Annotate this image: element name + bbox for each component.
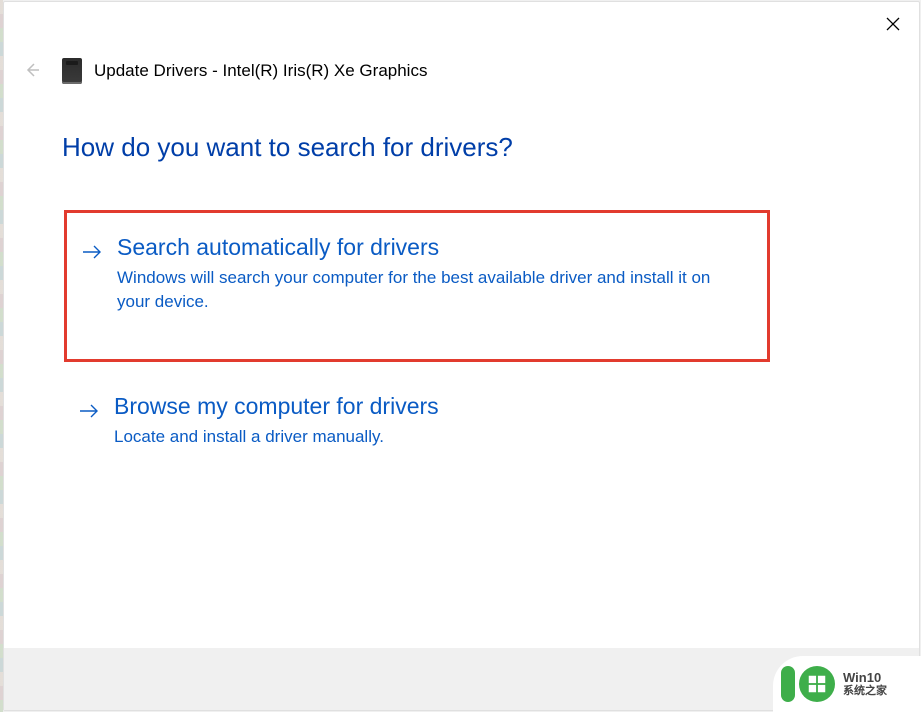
watermark-logo-icon xyxy=(799,666,835,702)
option-browse-computer[interactable]: Browse my computer for drivers Locate an… xyxy=(64,380,770,490)
watermark-bar-icon xyxy=(781,666,795,702)
watermark: Win10 系统之家 xyxy=(773,656,921,712)
option-description: Locate and install a driver manually. xyxy=(114,425,734,450)
arrow-right-icon xyxy=(78,402,100,425)
dialog-title: Update Drivers - Intel(R) Iris(R) Xe Gra… xyxy=(94,61,427,81)
option-description: Windows will search your computer for th… xyxy=(117,266,737,315)
arrow-left-icon xyxy=(23,61,41,84)
watermark-line2: 系统之家 xyxy=(843,685,887,697)
option-title: Search automatically for drivers xyxy=(117,233,739,262)
arrow-right-icon xyxy=(81,243,103,266)
back-button xyxy=(20,60,44,84)
option-title: Browse my computer for drivers xyxy=(114,392,742,421)
device-icon xyxy=(62,58,82,84)
option-text: Browse my computer for drivers Locate an… xyxy=(114,392,742,449)
update-driver-dialog: Update Drivers - Intel(R) Iris(R) Xe Gra… xyxy=(3,1,920,711)
title-bar: Update Drivers - Intel(R) Iris(R) Xe Gra… xyxy=(62,58,427,84)
watermark-text: Win10 系统之家 xyxy=(843,671,887,697)
close-icon xyxy=(886,17,900,36)
close-button[interactable] xyxy=(877,10,909,42)
option-text: Search automatically for drivers Windows… xyxy=(117,233,739,315)
page-heading: How do you want to search for drivers? xyxy=(62,132,513,163)
watermark-line1: Win10 xyxy=(843,671,887,685)
option-search-automatically[interactable]: Search automatically for drivers Windows… xyxy=(64,210,770,362)
